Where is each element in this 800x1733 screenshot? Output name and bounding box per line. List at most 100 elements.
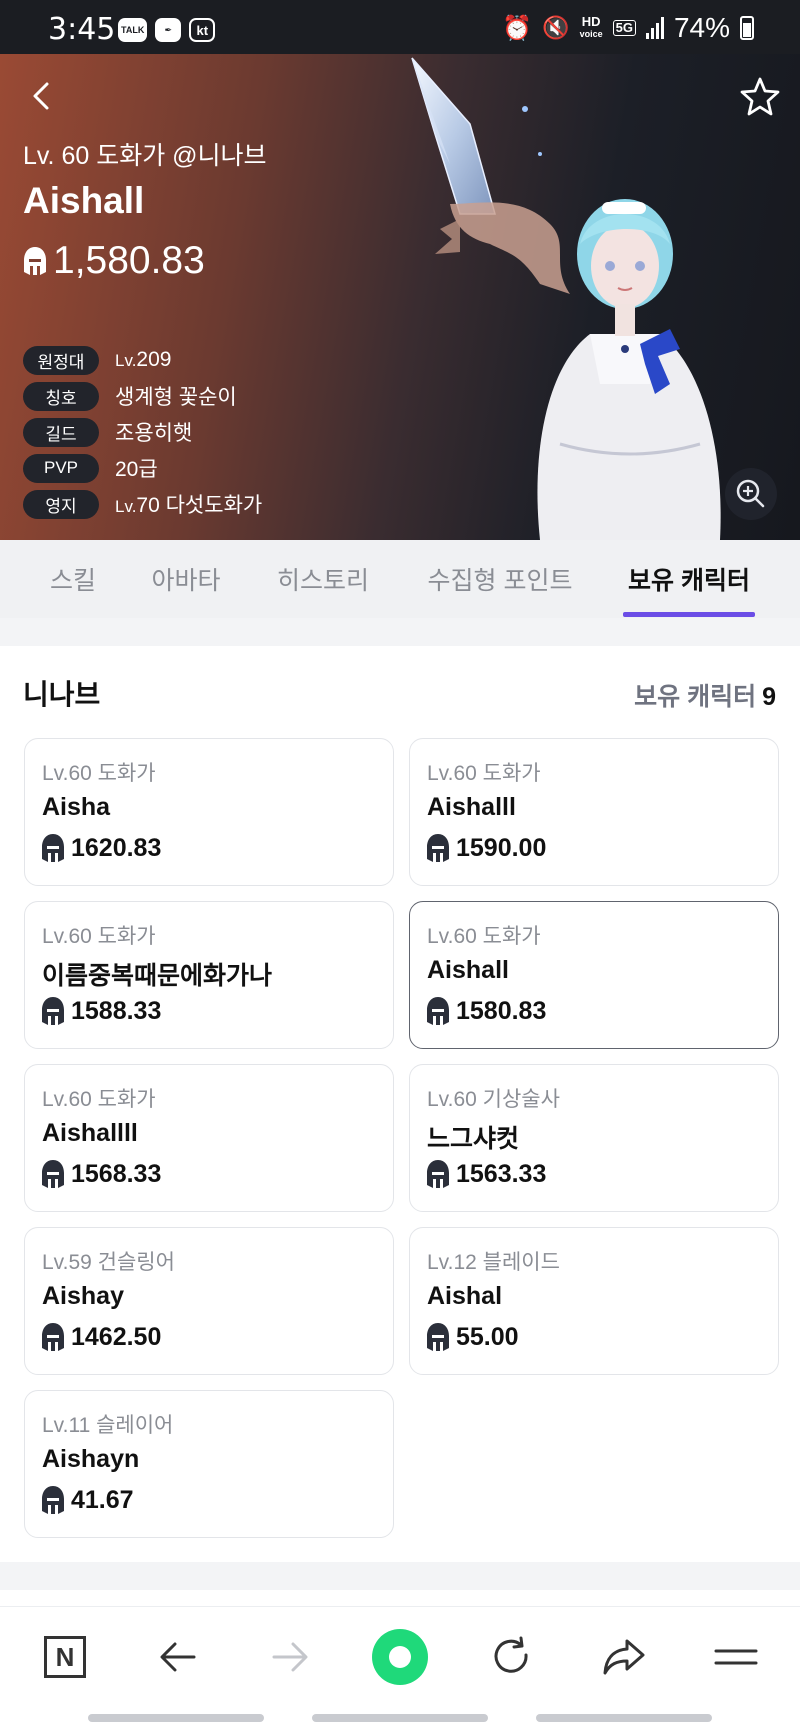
character-card-name: Aishay [42, 1282, 124, 1310]
section-divider [0, 618, 800, 646]
forward-arrow-icon [272, 1642, 308, 1672]
status-right-icons: ⏰ 🔇 HD voice 5G 74% [502, 12, 754, 44]
character-class: Lv.59 건슬링어 [42, 1251, 175, 1274]
info-row-pvp: PVP 20급 [23, 450, 262, 486]
feather-icon: ✒ [155, 18, 182, 42]
active-tab-indicator [623, 612, 755, 617]
character-card-power: 41.67 [41, 1485, 134, 1515]
helmet-icon [427, 834, 449, 862]
character-card[interactable]: Lv.60 도화가 Aisha 1620.83 [24, 738, 394, 886]
info-value: Lv.70 다섯도화가 [115, 494, 263, 517]
character-card[interactable]: Lv.60 도화가 Aishall 1580.83 [409, 901, 779, 1049]
helmet-icon [42, 1323, 64, 1351]
character-class: Lv.60 기상술사 [427, 1088, 560, 1111]
mute-icon: 🔇 [542, 15, 570, 40]
battery-icon [740, 16, 754, 40]
character-hero: Lv. 60 도화가 @니나브 Aishall 1,580.83 원정대 Lv.… [0, 54, 800, 540]
character-card[interactable]: Lv.60 도화가 이름중복때문에화가나 1588.33 [24, 901, 394, 1049]
info-value: 20급 [115, 458, 158, 481]
signal-icon [645, 17, 664, 39]
gesture-pill[interactable] [88, 1714, 264, 1722]
tab-owned-characters[interactable]: 보유 캐릭터 [614, 540, 764, 618]
character-class: Lv.60 도화가 [427, 762, 541, 785]
green-action-button[interactable] [372, 1629, 428, 1685]
status-bar: 3:45 TALK ✒ kt ⏰ 🔇 HD voice 5G 74% [0, 0, 800, 54]
forward-nav-button[interactable] [262, 1629, 318, 1685]
character-card-name: Aisha [42, 793, 111, 821]
item-level-value: 1563.33 [456, 1159, 547, 1188]
hd-voice-icon: HD voice [579, 14, 603, 39]
character-card[interactable]: Lv.60 기상술사느그샤컷 1563.33 [409, 1064, 779, 1212]
character-card-name: Aishalll [427, 793, 516, 821]
talk-icon: TALK [118, 18, 148, 42]
character-class: Lv.60 도화가 [42, 925, 156, 948]
naver-home-icon: N [44, 1636, 86, 1678]
tab-history[interactable]: 히스토리 [262, 540, 384, 618]
info-row-estate: 영지 Lv.70 다섯도화가 [23, 486, 262, 522]
character-card[interactable]: Lv.60 도화가 Aishalll 1590.00 [409, 738, 779, 886]
system-gesture-bar [0, 1714, 800, 1722]
character-card[interactable]: Lv.59 건슬링어 Aishay 1462.50 [24, 1227, 394, 1375]
character-card-power: 1568.33 [41, 1159, 161, 1189]
character-card[interactable]: Lv.60 도화가 Aishallll 1568.33 [24, 1064, 394, 1212]
info-row-expedition: 원정대 Lv.209 [23, 342, 262, 378]
character-card-name: Aishall [427, 956, 509, 984]
info-row-guild: 길드 조용히햇 [23, 414, 262, 450]
green-dot-icon [372, 1629, 428, 1685]
refresh-button[interactable] [484, 1629, 540, 1685]
tab-avatar[interactable]: 아바타 [138, 540, 234, 618]
zoom-in-icon [736, 479, 765, 508]
helmet-icon [24, 247, 46, 275]
tab-skill[interactable]: 스킬 [30, 540, 116, 618]
character-card[interactable]: Lv.11 슬레이어 Aishayn 41.67 [24, 1390, 394, 1538]
helmet-icon [427, 1160, 449, 1188]
character-card-power: 55.00 [426, 1322, 519, 1352]
character-info-list: 원정대 Lv.209 칭호 생계형 꽃순이 길드 조용히햇 PVP 20급 영지… [23, 342, 262, 522]
item-level-value: 1620.83 [71, 833, 162, 862]
character-card-power: 1620.83 [41, 833, 161, 863]
item-level-value: 1580.83 [456, 996, 547, 1025]
character-portrait [537, 199, 721, 540]
character-class: Lv.11 슬레이어 [42, 1414, 174, 1437]
share-icon [603, 1639, 645, 1675]
helmet-icon [42, 834, 64, 862]
character-card-power: 1563.33 [426, 1159, 546, 1189]
item-level-value: 1,580.83 [53, 239, 205, 282]
naver-home-button[interactable]: N [37, 1629, 93, 1685]
character-class: Lv.12 블레이드 [427, 1251, 560, 1274]
status-time: 3:45 [48, 12, 116, 47]
zoom-button[interactable] [725, 468, 777, 520]
character-class: Lv.60 도화가 [42, 1088, 156, 1111]
tab-bar: 스킬 아바타 히스토리 수집형 포인트 보유 캐릭터 [0, 540, 800, 618]
item-level-value: 1590.00 [456, 833, 547, 862]
character-item-level: 1,580.83 [23, 239, 205, 283]
item-level-value: 1462.50 [71, 1322, 162, 1351]
kt-icon: kt [189, 18, 216, 42]
character-card-name: Aishal [427, 1282, 503, 1310]
back-button[interactable] [22, 76, 62, 116]
character-card-name: 느그샤컷 [427, 1125, 520, 1153]
character-card-power: 1462.50 [41, 1322, 161, 1352]
info-label: 칭호 [23, 381, 99, 411]
info-label: 길드 [23, 417, 99, 447]
item-level-value: 1568.33 [71, 1159, 162, 1188]
tab-collection-points[interactable]: 수집형 포인트 [416, 540, 584, 618]
menu-button[interactable] [708, 1629, 764, 1685]
item-level-value: 41.67 [71, 1485, 134, 1514]
info-value: Lv.209 [115, 348, 172, 371]
info-label: PVP [23, 453, 99, 483]
browser-toolbar: N [0, 1606, 800, 1706]
back-nav-button[interactable] [150, 1629, 206, 1685]
favorite-button[interactable] [738, 74, 782, 118]
server-name: 니나브 [23, 679, 101, 710]
gesture-pill[interactable] [312, 1714, 488, 1722]
helmet-icon [42, 997, 64, 1025]
gesture-pill[interactable] [536, 1714, 712, 1722]
helmet-icon [42, 1486, 64, 1514]
character-card[interactable]: Lv.12 블레이드 Aishal 55.00 [409, 1227, 779, 1375]
status-left-icons: TALK ✒ kt [118, 18, 216, 42]
character-card-name: Aishayn [42, 1445, 140, 1473]
share-button[interactable] [596, 1629, 652, 1685]
star-icon [740, 77, 780, 116]
refresh-icon [494, 1636, 528, 1673]
